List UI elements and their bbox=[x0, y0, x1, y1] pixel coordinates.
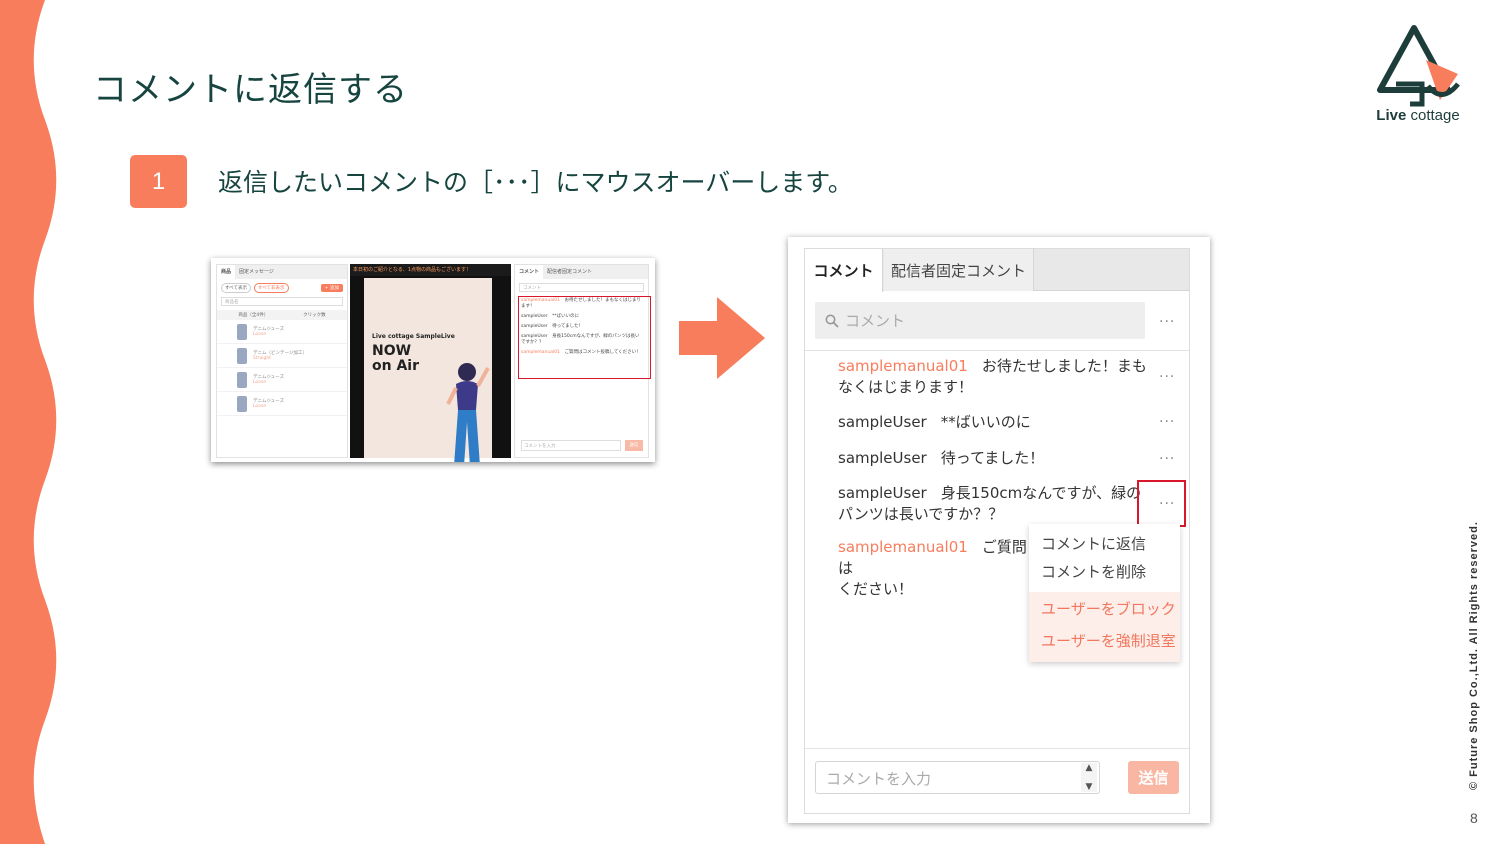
thumb-tab-comments: コメント bbox=[515, 265, 544, 279]
tab-pinned-comments[interactable]: 配信者固定コメント bbox=[884, 249, 1034, 291]
arrow-right-icon bbox=[679, 297, 765, 379]
page-number: 8 bbox=[1470, 810, 1478, 826]
decorative-wave bbox=[0, 0, 57, 844]
comment-tabbar: コメント 配信者固定コメント bbox=[805, 249, 1189, 292]
menu-delete-comment[interactable]: コメントを削除 bbox=[1029, 561, 1180, 583]
thumb-send-button: 送信 bbox=[625, 440, 643, 451]
menu-block-user[interactable]: ユーザーをブロック bbox=[1029, 598, 1180, 620]
menu-reply-comment[interactable]: コメントに返信 bbox=[1029, 533, 1180, 555]
thumb-product-row: デニムジューズ Loose bbox=[217, 368, 347, 392]
thumb-highlight-box bbox=[518, 296, 651, 379]
comment-search-input[interactable]: コメント bbox=[815, 302, 1145, 339]
thumb-tab-fixed-message: 固定メッセージ bbox=[239, 269, 274, 275]
thumb-product-row: デニムジューズ Loose bbox=[217, 320, 347, 344]
divider bbox=[805, 748, 1189, 749]
comment-text: 待ってました！ bbox=[940, 449, 1045, 467]
step-number-badge: 1 bbox=[130, 155, 187, 208]
thumb-brand: Live cottage SampleLive bbox=[372, 333, 455, 340]
send-button[interactable]: 送信 bbox=[1128, 761, 1179, 794]
thumb-video-area: 本日初のご紹介となる、1点物の商品もございます！ Live cottage Sa… bbox=[350, 264, 511, 462]
comment-user: sampleUser bbox=[838, 449, 927, 467]
step-instruction: 返信したいコメントの［･･･］にマウスオーバーします。 bbox=[218, 168, 853, 197]
divider bbox=[805, 350, 1189, 351]
comment-context-menu: コメントに返信 コメントを削除 ユーザーをブロック ユーザーを強制退室 bbox=[1029, 524, 1180, 662]
comment-input-placeholder: コメントを入力 bbox=[826, 770, 932, 788]
comment-more-icon[interactable]: ··· bbox=[1159, 370, 1175, 384]
search-more-icon[interactable]: ··· bbox=[1159, 315, 1175, 329]
thumb-tab-pinned: 配信者固定コメント bbox=[547, 269, 593, 275]
comment-item: samplemanual01 ご質問は ください！ bbox=[838, 537, 1038, 600]
search-placeholder: コメント bbox=[845, 312, 906, 330]
comment-item: sampleUser 身長150cmなんですが、緑のパンツは長いですか？？ bbox=[838, 483, 1153, 525]
thumb-col-product: 商品（全4件） bbox=[238, 313, 269, 318]
arrow-up-icon[interactable]: ▲ bbox=[1086, 763, 1093, 773]
thumb-banner: 本日初のご紹介となる、1点物の商品もございます！ bbox=[350, 264, 511, 276]
thumb-add-button: + 追加 bbox=[320, 284, 343, 292]
thumb-product-row: デニム（ビンテージ加工） Straight bbox=[217, 344, 347, 368]
logo-text: Live cottage bbox=[1376, 107, 1460, 124]
comment-user: sampleUser bbox=[838, 484, 927, 502]
thumb-filter-hidden: すべて非表示 bbox=[254, 283, 289, 293]
search-icon bbox=[825, 314, 839, 328]
comment-user: sampleUser bbox=[838, 413, 927, 431]
comment-more-icon[interactable]: ··· bbox=[1159, 452, 1175, 466]
comment-text: **ばいいのに bbox=[940, 413, 1031, 431]
hover-highlight-box bbox=[1137, 480, 1186, 527]
comment-user: samplemanual01 bbox=[838, 538, 968, 556]
comment-item: samplemanual01 お待たせしました！まもなくはじまります！ bbox=[838, 356, 1153, 398]
thumb-stream-screen: Live cottage SampleLive NOW on Air bbox=[364, 278, 492, 462]
arrow-down-icon[interactable]: ▼ bbox=[1086, 782, 1093, 792]
comment-more-icon[interactable]: ··· bbox=[1159, 415, 1175, 429]
copyright: © Future Shop Co.,Ltd. All Rights reserv… bbox=[1468, 521, 1480, 790]
thumb-product-row: デニムジューズ Loose bbox=[217, 392, 347, 416]
thumb-col-clicks: クリック数 bbox=[303, 313, 326, 318]
comment-item: sampleUser **ばいいのに bbox=[838, 412, 1153, 433]
thumb-comment-input: コメントを入力 bbox=[521, 440, 621, 451]
thumb-comment-search: コメント bbox=[519, 283, 644, 292]
input-stepper[interactable]: ▲ ▼ bbox=[1081, 763, 1097, 792]
thumb-filter-all: すべて表示 bbox=[221, 283, 252, 293]
comment-user: samplemanual01 bbox=[838, 357, 968, 375]
thumb-now-on-air: NOW on Air bbox=[372, 343, 419, 374]
tab-comments[interactable]: コメント bbox=[805, 249, 883, 292]
menu-kick-user[interactable]: ユーザーを強制退室 bbox=[1029, 630, 1180, 652]
thumb-tab-products: 商品 bbox=[217, 265, 236, 279]
comment-panel-zoom: コメント 配信者固定コメント コメント ··· samplemanual01 お待… bbox=[788, 237, 1210, 823]
live-console-thumbnail: 商品 固定メッセージ すべて表示 すべて非表示 + 追加 商品名 商品（全4件）… bbox=[211, 258, 655, 462]
comment-item: sampleUser 待ってました！ bbox=[838, 448, 1153, 469]
thumb-product-search: 商品名 bbox=[221, 297, 343, 306]
comment-input[interactable]: コメントを入力 ▲ ▼ bbox=[815, 761, 1100, 794]
comment-text-cont: ください！ bbox=[838, 580, 914, 598]
thumb-woman-illustration bbox=[446, 363, 490, 462]
slide-title: コメントに返信する bbox=[93, 70, 408, 110]
thumb-product-panel: 商品 固定メッセージ すべて表示 すべて非表示 + 追加 商品名 商品（全4件）… bbox=[216, 264, 348, 458]
